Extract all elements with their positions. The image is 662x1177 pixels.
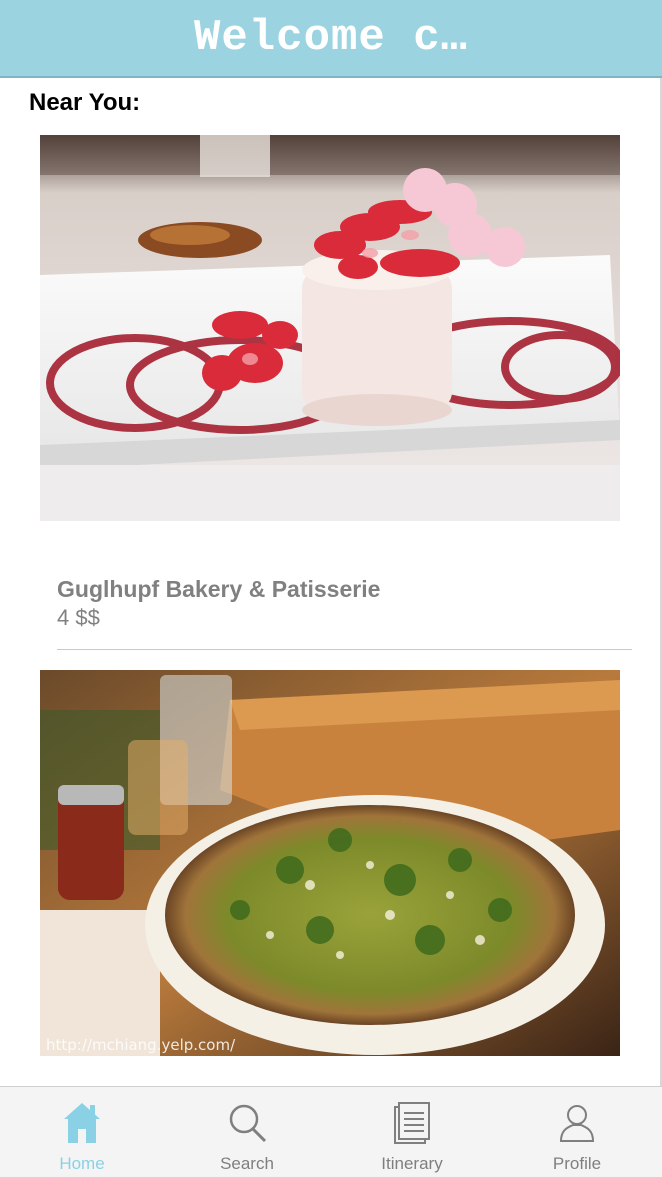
header-title: Welcome c… bbox=[193, 13, 469, 63]
tab-search-label: Search bbox=[220, 1154, 274, 1173]
home-icon bbox=[64, 1103, 100, 1143]
bottom-tab-bar: Home Search Itinerary Profile bbox=[0, 1086, 662, 1177]
listing-rating-price: 4 $$ bbox=[57, 605, 100, 630]
profile-icon bbox=[559, 1105, 595, 1142]
tab-search[interactable]: Search bbox=[187, 1087, 307, 1177]
tab-itinerary[interactable]: Itinerary bbox=[352, 1087, 472, 1177]
pizza-image: http://mchiang.yelp.com/ bbox=[40, 670, 620, 1056]
listing-photo-dessert[interactable] bbox=[40, 135, 620, 521]
itinerary-icon bbox=[394, 1102, 430, 1144]
app-header: Welcome c… bbox=[0, 0, 662, 78]
listing-photo-pizza[interactable]: http://mchiang.yelp.com/ bbox=[40, 670, 620, 1056]
photo-watermark: http://mchiang.yelp.com/ bbox=[46, 1036, 236, 1054]
search-icon bbox=[229, 1104, 267, 1143]
tab-home-label: Home bbox=[59, 1154, 105, 1173]
tab-profile[interactable]: Profile bbox=[517, 1087, 637, 1177]
dessert-image bbox=[40, 135, 620, 521]
tab-home[interactable]: Home bbox=[22, 1087, 142, 1177]
tab-itinerary-label: Itinerary bbox=[381, 1154, 443, 1173]
tab-profile-label: Profile bbox=[552, 1154, 602, 1173]
listing-divider bbox=[57, 649, 632, 650]
section-heading: Near You: bbox=[29, 89, 141, 116]
listing-name[interactable]: Guglhupf Bakery & Patisserie bbox=[57, 576, 380, 603]
